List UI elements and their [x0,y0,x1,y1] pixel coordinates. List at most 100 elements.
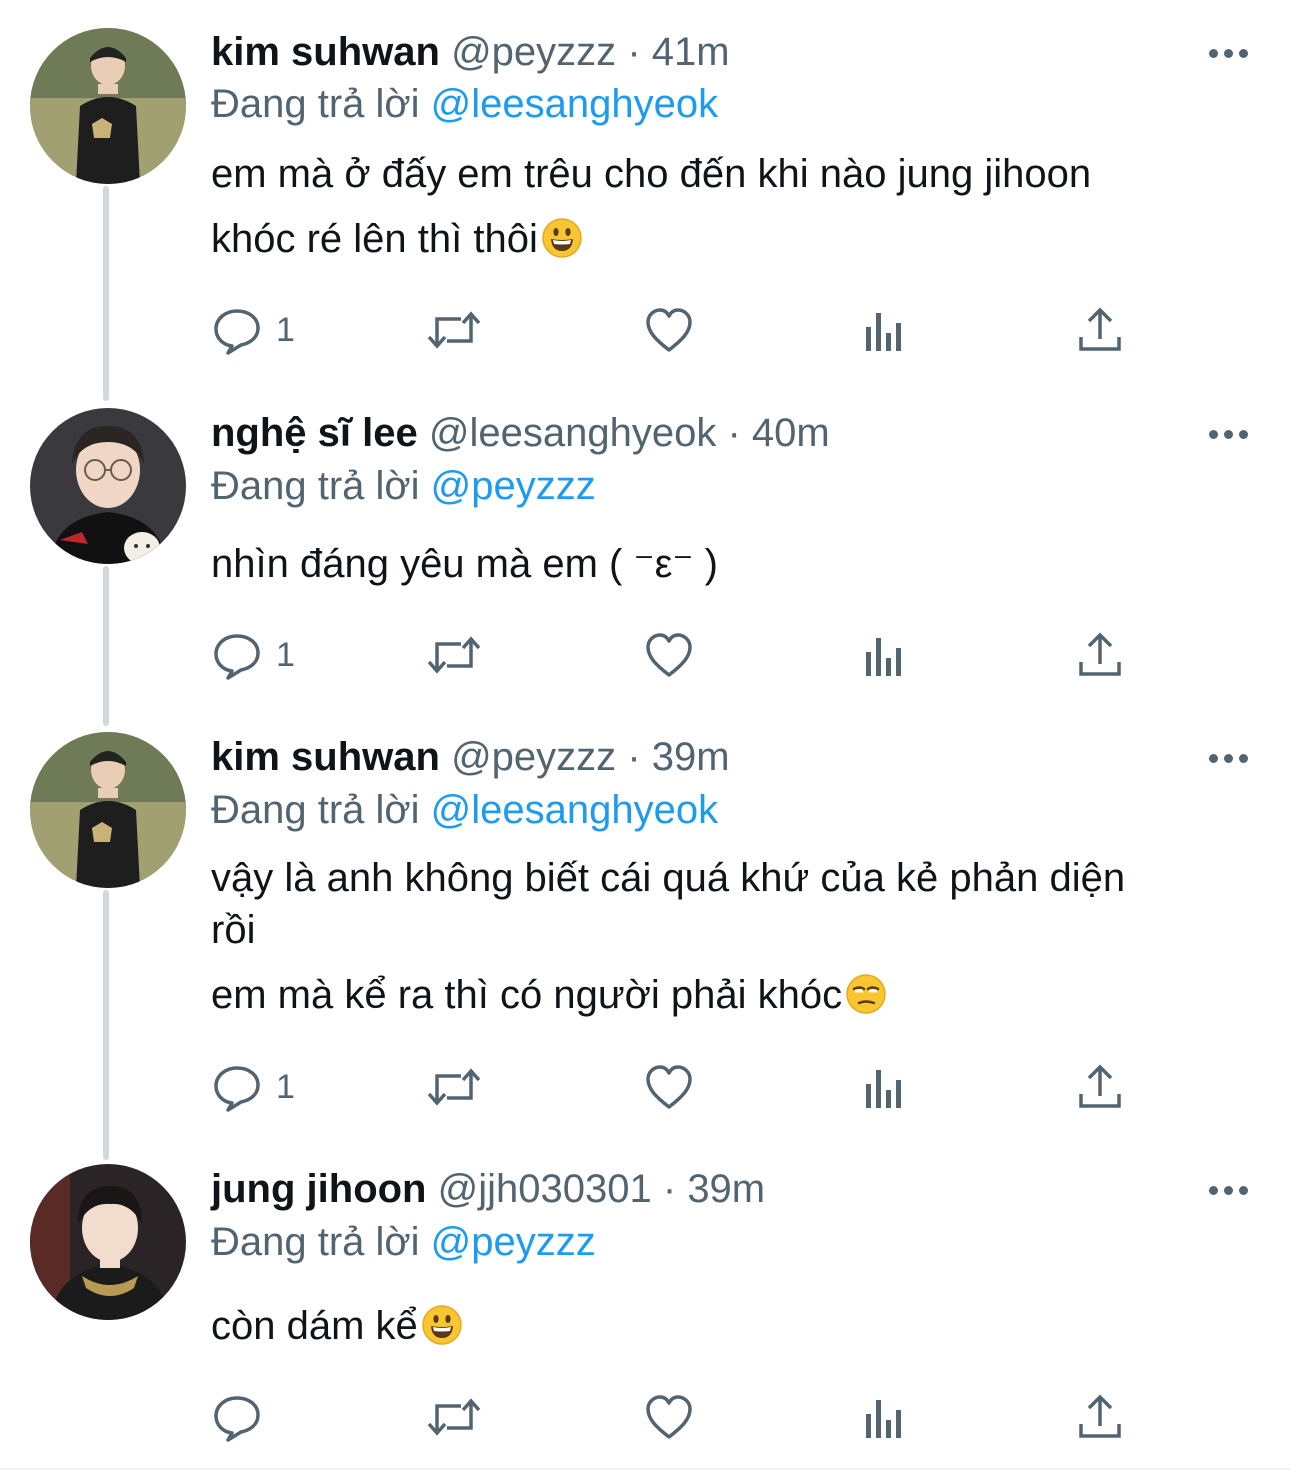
timestamp[interactable]: 39m [687,1167,765,1211]
heart-icon [646,633,692,677]
replying-label: Đang trả lời [211,464,420,508]
views-icon [866,1070,901,1108]
separator-dot: · [627,30,641,74]
display-name[interactable]: kim suhwan [211,735,440,779]
views-button[interactable] [862,1387,906,1447]
user-handle[interactable]: @leesanghyeok [429,411,716,455]
separator-dot: · [727,411,741,455]
avatar[interactable] [30,408,186,564]
grinning-emoji [422,1305,462,1345]
tweet-text: vậy là anh không biết cái quá khứ của kẻ… [211,852,1251,1021]
display-name[interactable]: kim suhwan [211,30,440,74]
reply-button[interactable]: 1 [212,1057,295,1117]
more-options-button[interactable] [1200,414,1256,454]
like-button[interactable] [644,300,694,360]
views-icon [866,313,901,351]
like-button[interactable] [644,1387,694,1447]
timestamp[interactable]: 41m [652,30,730,74]
reply-icon [214,309,260,355]
timestamp[interactable]: 39m [652,735,730,779]
mention-link[interactable]: @peyzzz [431,1220,596,1264]
replying-label: Đang trả lời [211,1220,420,1264]
more-icon [1208,429,1218,439]
retweet-button[interactable] [425,1057,483,1117]
tweet-actions [0,1387,1290,1447]
reply-icon [214,634,260,680]
share-button[interactable] [1076,1387,1124,1447]
unamused-emoji [846,974,886,1014]
display-name[interactable]: nghệ sĩ lee [211,411,418,455]
replying-to: Đang trả lời @leesanghyeok [211,784,718,836]
retweet-icon [427,1068,481,1106]
avatar[interactable] [30,28,186,184]
mention-link[interactable]: @leesanghyeok [431,788,718,832]
user-handle[interactable]: @peyzzz [451,30,616,74]
heart-icon [646,1395,692,1439]
avatar[interactable] [30,1164,186,1320]
views-button[interactable] [862,1057,906,1117]
replying-to: Đang trả lời @peyzzz [211,1216,596,1268]
reply-button[interactable]: 1 [212,625,295,685]
replying-to: Đang trả lời @peyzzz [211,460,596,512]
replying-label: Đang trả lời [211,788,420,832]
separator-dot: · [627,735,641,779]
retweet-icon [427,636,481,674]
tweet-text: em mà ở đấy em trêu cho đến khi nào jung… [211,148,1251,265]
tweet-text: nhìn đáng yêu mà em ( ⁻ε⁻ ) [211,538,1251,590]
share-button[interactable] [1076,300,1124,360]
timestamp[interactable]: 40m [752,411,830,455]
reply-button[interactable] [212,1387,276,1447]
share-button[interactable] [1076,1057,1124,1117]
reply-button[interactable]: 1 [212,300,295,360]
reply-icon [214,1066,260,1112]
tweet-line: nhìn đáng yêu mà em ( ⁻ε⁻ ) [211,542,718,586]
display-name[interactable]: jung jihoon [211,1167,427,1211]
like-button[interactable] [644,625,694,685]
more-icon [1208,753,1218,763]
tweet-header: nghệ sĩ lee @leesanghyeok · 40m [211,407,830,459]
like-button[interactable] [644,1057,694,1117]
views-button[interactable] [862,300,906,360]
separator-dot: · [662,1167,677,1211]
mention-link[interactable]: @leesanghyeok [431,82,718,126]
more-options-button[interactable] [1200,738,1256,778]
tweet[interactable]: kim suhwan @peyzzz · 41m Đang trả lời @l… [0,0,1290,395]
user-handle[interactable]: @jjh030301 [438,1167,652,1211]
share-button[interactable] [1076,625,1124,685]
tweet-header: jung jihoon @jjh030301 · 39m [211,1163,765,1215]
more-options-button[interactable] [1200,33,1256,73]
share-icon [1079,307,1121,351]
thread-line [103,566,109,726]
more-icon [1208,1185,1218,1195]
more-options-button[interactable] [1200,1170,1256,1210]
replying-to: Đang trả lời @leesanghyeok [211,78,718,130]
views-button[interactable] [862,625,906,685]
reply-count: 1 [276,635,295,674]
mention-link[interactable]: @peyzzz [431,464,596,508]
retweet-icon [427,311,481,349]
avatar[interactable] [30,732,186,888]
thread-line [103,890,109,1160]
divider [0,1468,1290,1470]
tweet-text: còn dám kể [211,1300,1251,1352]
heart-icon [646,1065,692,1109]
tweet-header: kim suhwan @peyzzz · 39m [211,731,730,783]
tweet-line: em mà kể ra thì có người phải khóc [211,969,1251,1021]
tweet-line: rồi [211,908,256,952]
views-icon [866,638,901,676]
heart-icon [646,308,692,352]
tweet-actions: 1 [0,625,1290,685]
tweet-actions: 1 [0,1057,1290,1117]
user-handle[interactable]: @peyzzz [451,735,616,779]
more-icon [1208,48,1218,58]
replying-label: Đang trả lời [211,82,420,126]
tweet-line: còn dám kể [211,1300,1251,1352]
reply-count: 1 [276,1067,295,1106]
retweet-button[interactable] [425,300,483,360]
share-icon [1079,1064,1121,1108]
tweet-line: khóc ré lên thì thôi [211,213,1251,265]
tweet-line: em mà ở đấy em trêu cho đến khi nào jung… [211,152,1092,196]
retweet-button[interactable] [425,1387,483,1447]
grinning-emoji [542,218,582,258]
retweet-button[interactable] [425,625,483,685]
